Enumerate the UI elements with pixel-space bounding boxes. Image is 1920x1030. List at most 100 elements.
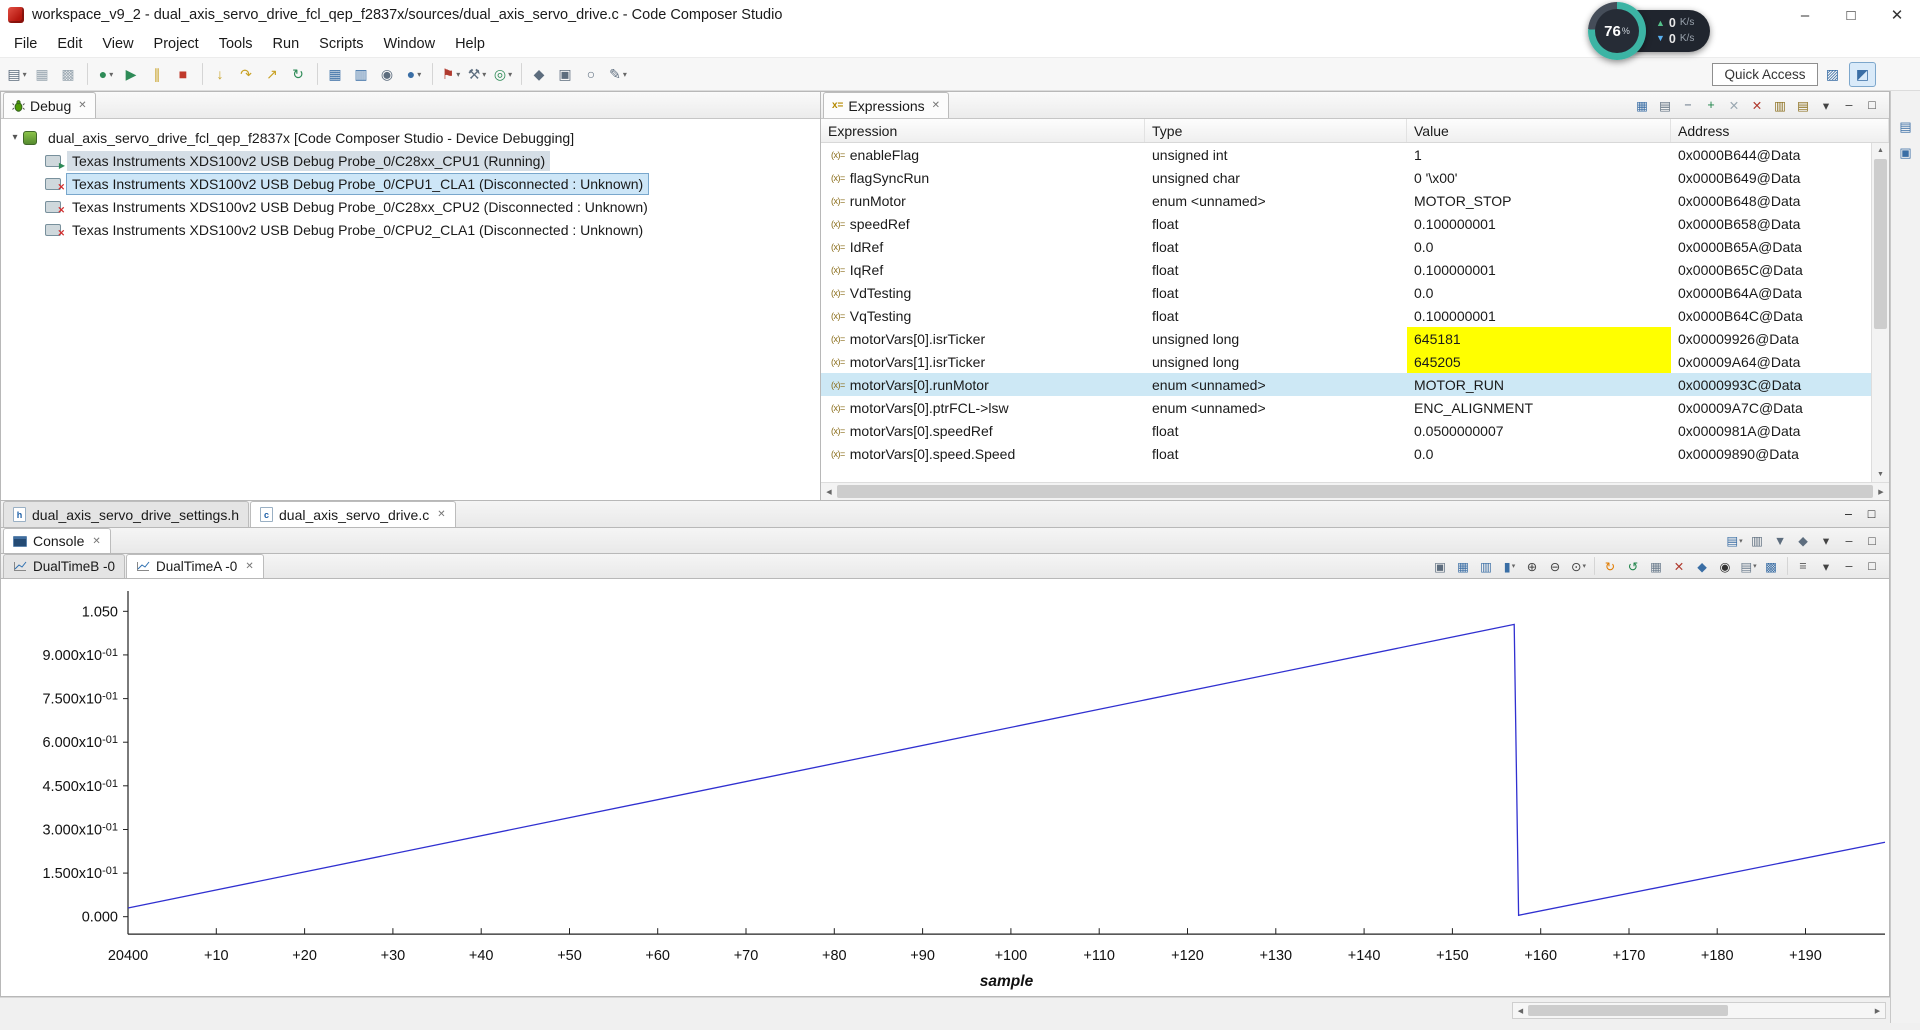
flash-icon[interactable]: ⚑ ▾ <box>439 62 463 86</box>
toggle-grid-icon[interactable]: ▦ <box>1645 556 1668 577</box>
menu-project[interactable]: Project <box>144 33 209 55</box>
horizontal-scrollbar[interactable]: ◀ ▶ <box>821 482 1889 500</box>
menu-window[interactable]: Window <box>373 33 445 55</box>
graph-plot-area[interactable]: 1.050 9.000x10-01 7.500x10-01 6.000x10-01 4.… <box>0 579 1890 997</box>
expression-row[interactable]: motorVars[0].runMotor enum <unnamed> MOT… <box>821 373 1871 396</box>
suspend-icon[interactable]: ∥ <box>146 62 170 86</box>
terminate-icon[interactable]: ■ <box>172 62 196 86</box>
expression-row[interactable]: motorVars[1].isrTicker unsigned long 645… <box>821 350 1871 373</box>
edit-icon[interactable]: ✎ ▾ <box>606 62 630 86</box>
open-perspective-icon[interactable]: ▨ <box>1819 62 1846 87</box>
clear-graph-icon[interactable]: ✕ <box>1668 556 1691 577</box>
remove-expression-icon[interactable]: ✕ <box>1723 95 1746 116</box>
expression-row[interactable]: VqTesting float 0.100000001 0x0000B64C@D… <box>821 304 1871 327</box>
minimize-icon[interactable]: – <box>1838 530 1861 551</box>
registers-icon[interactable]: ▥ <box>350 62 374 86</box>
target-config-icon[interactable]: ◎ ▾ <box>491 62 515 86</box>
menu-scripts[interactable]: Scripts <box>309 33 373 55</box>
close-tab-icon[interactable]: ✕ <box>92 536 100 547</box>
expression-row[interactable]: speedRef float 0.100000001 0x0000B658@Da… <box>821 212 1871 235</box>
tab-dualtimeb[interactable]: DualTimeB -0 <box>3 554 126 578</box>
tab-console[interactable]: Console ✕ <box>3 528 111 553</box>
layout-icon[interactable]: ▤ <box>1654 95 1677 116</box>
expression-row[interactable]: motorVars[0].isrTicker unsigned long 645… <box>821 327 1871 350</box>
build-icon[interactable]: ⚒ ▾ <box>465 62 489 86</box>
freeze-icon[interactable]: ◆ <box>1691 556 1714 577</box>
restart-icon[interactable]: ↻ <box>287 62 311 86</box>
watch-icon[interactable]: ◉ <box>376 62 400 86</box>
clear-console-icon[interactable]: ▥ <box>1746 530 1769 551</box>
debug-tree-node[interactable]: Texas Instruments XDS100v2 USB Debug Pro… <box>1 195 820 218</box>
scroll-down-arrow[interactable]: ▼ <box>1872 467 1889 482</box>
add-expression-icon[interactable]: + <box>1700 95 1723 116</box>
fast-view-icon[interactable]: ▣ <box>1895 143 1917 163</box>
tile-graphs-icon[interactable]: ▩ <box>1760 556 1783 577</box>
collapse-all-icon[interactable]: − <box>1677 95 1700 116</box>
column-header-expression[interactable]: Expression <box>821 119 1145 142</box>
find-icon[interactable]: ◉ <box>1714 556 1737 577</box>
collapse-arrow-icon[interactable]: ▾ <box>7 132 23 143</box>
debug-tree-node[interactable]: Texas Instruments XDS100v2 USB Debug Pro… <box>1 149 820 172</box>
window-icon[interactable]: ▣ <box>554 62 578 86</box>
close-tab-icon[interactable]: ✕ <box>437 509 445 520</box>
properties-icon[interactable]: ▤ ▾ <box>1737 556 1760 577</box>
expression-row[interactable]: motorVars[0].speed.Speed float 0.0 0x000… <box>821 442 1871 465</box>
scroll-lock-icon[interactable]: ▼ <box>1769 530 1792 551</box>
restore-view-icon[interactable]: ▤ <box>1895 117 1917 137</box>
scroll-right-arrow[interactable]: ▶ <box>1873 488 1889 496</box>
expression-row[interactable]: flagSyncRun unsigned char 0 '\x00' 0x000… <box>821 166 1871 189</box>
column-header-value[interactable]: Value <box>1407 119 1671 142</box>
maximize-icon[interactable]: □ <box>1861 530 1884 551</box>
view-menu-icon[interactable]: ▾ <box>1815 530 1838 551</box>
minimize-button[interactable]: – <box>1782 0 1828 30</box>
maximize-button[interactable]: □ <box>1828 0 1874 30</box>
quick-access-box[interactable]: Quick Access <box>1712 63 1818 86</box>
debug-icon[interactable]: ● ▾ <box>94 62 118 86</box>
zoom-in-icon[interactable]: ⊕ <box>1521 556 1544 577</box>
graph-horizontal-scrollbar[interactable]: ◀ ▶ <box>1512 1002 1886 1019</box>
zoom-out-icon[interactable]: ⊖ <box>1544 556 1567 577</box>
view-menu-icon[interactable]: ▾ <box>1815 95 1838 116</box>
axis-settings-icon[interactable]: ▥ <box>1475 556 1498 577</box>
magnitude-icon[interactable]: ▮ ▾ <box>1498 556 1521 577</box>
tab-source-file[interactable]: c dual_axis_servo_drive.c ✕ <box>250 501 456 527</box>
import-icon[interactable]: ▥ <box>1769 95 1792 116</box>
expression-row[interactable]: VdTesting float 0.0 0x0000B64A@Data <box>821 281 1871 304</box>
close-tab-icon[interactable]: ✕ <box>78 100 86 111</box>
refresh-graph-icon[interactable]: ↻ <box>1599 556 1622 577</box>
pin-console-icon[interactable]: ◆ <box>1792 530 1815 551</box>
scrollbar-thumb[interactable] <box>1528 1005 1728 1016</box>
search-icon[interactable]: ○ <box>580 62 604 86</box>
expression-row[interactable]: motorVars[0].speedRef float 0.0500000007… <box>821 419 1871 442</box>
tab-dualtimea[interactable]: DualTimeA -0 ✕ <box>126 554 264 578</box>
maximize-icon[interactable]: □ <box>1861 556 1884 577</box>
close-tab-icon[interactable]: ✕ <box>932 100 940 111</box>
vertical-scrollbar[interactable]: ▲ ▼ <box>1871 143 1889 482</box>
view-menu-icon[interactable]: ▾ <box>1815 556 1838 577</box>
debug-tree-root[interactable]: ▾ dual_axis_servo_drive_fcl_qep_f2837x [… <box>1 126 820 149</box>
menu-view[interactable]: View <box>92 33 143 55</box>
save-icon[interactable]: ▦ <box>31 62 55 86</box>
pin-icon[interactable]: ◆ <box>528 62 552 86</box>
save-all-icon[interactable]: ▩ <box>57 62 81 86</box>
scroll-left-arrow[interactable]: ◀ <box>1513 1007 1528 1015</box>
system-monitor-overlay[interactable]: 76% ▲ 0 K/s ▼ 0 K/s <box>1588 2 1711 60</box>
export-icon[interactable]: ▤ <box>1792 95 1815 116</box>
step-return-icon[interactable]: ↗ <box>261 62 285 86</box>
fit-view-icon[interactable]: ▦ <box>1452 556 1475 577</box>
expression-row[interactable]: IdRef float 0.0 0x0000B65A@Data <box>821 235 1871 258</box>
maximize-icon[interactable]: □ <box>1860 504 1883 525</box>
minimize-icon[interactable]: – <box>1837 504 1860 525</box>
minimize-icon[interactable]: – <box>1838 556 1861 577</box>
expression-row[interactable]: enableFlag unsigned int 1 0x0000B644@Dat… <box>821 143 1871 166</box>
close-tab-icon[interactable]: ✕ <box>245 561 253 572</box>
menu-help[interactable]: Help <box>445 33 495 55</box>
scrollbar-thumb[interactable] <box>1874 159 1887 329</box>
maximize-icon[interactable]: □ <box>1861 95 1884 116</box>
new-file-icon[interactable]: ▤ ▾ <box>5 62 29 86</box>
open-console-icon[interactable]: ▤ ▾ <box>1723 530 1746 551</box>
legend-icon[interactable]: ≡ <box>1792 556 1815 577</box>
menu-file[interactable]: File <box>4 33 47 55</box>
memory-browser-icon[interactable]: ▦ <box>324 62 348 86</box>
column-header-type[interactable]: Type <box>1145 119 1407 142</box>
